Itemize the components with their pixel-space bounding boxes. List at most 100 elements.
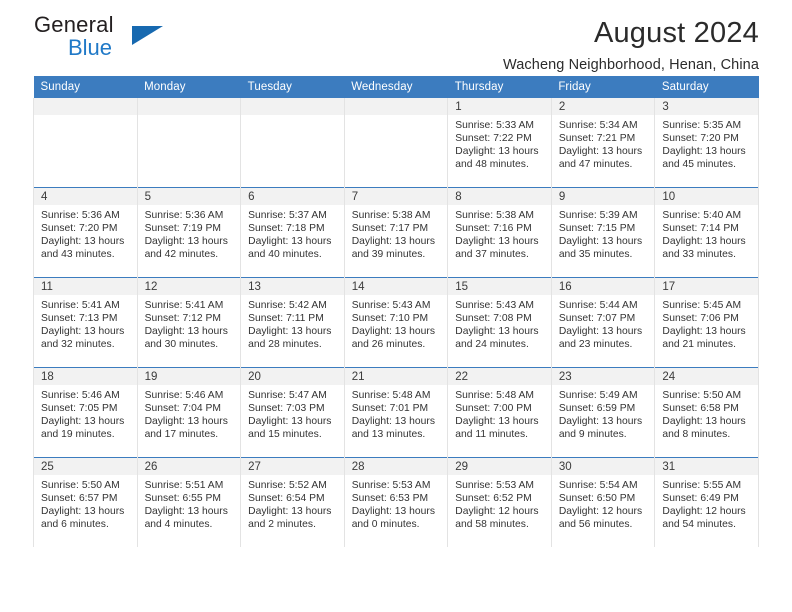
weekday-header-sunday: Sunday: [33, 76, 138, 98]
triangle-icon: [132, 26, 163, 45]
sunrise-text: Sunrise: 5:48 AM: [455, 390, 534, 401]
day-cell-inner: 5 Sunrise: 5:36 AM Sunset: 7:19 PM Daylight…: [137, 188, 241, 277]
calendar-cell-empty: [343, 98, 449, 188]
sunrise-text: Sunrise: 5:55 AM: [662, 480, 742, 491]
day-number: 13: [241, 278, 344, 295]
sunrise-text: Sunrise: 5:41 AM: [144, 300, 224, 311]
day-details: Sunrise: 5:38 AM Sunset: 7:16 PM Daylight:…: [448, 205, 551, 261]
calendar-day-cell[interactable]: 4 Sunrise: 5:36 AM Sunset: 7:20 PM Daylight…: [33, 187, 138, 278]
daylight-text-line1: Daylight: 13 hours: [558, 236, 643, 248]
sunrise-text: Sunrise: 5:44 AM: [558, 300, 638, 311]
day-number: 9: [551, 188, 655, 205]
calendar-day-cell[interactable]: 24 Sunrise: 5:50 AM Sunset: 6:58 PM Dayligh…: [654, 367, 759, 458]
day-cell-inner: 18 Sunrise: 5:46 AM Sunset: 7:05 PM Dayligh…: [34, 368, 137, 457]
daylight-text-line1: Daylight: 13 hours: [248, 506, 332, 518]
calendar-day-cell[interactable]: 29 Sunrise: 5:53 AM Sunset: 6:52 PM Dayligh…: [447, 457, 552, 547]
day-number: 18: [34, 368, 137, 385]
day-details: Sunrise: 5:51 AM Sunset: 6:55 PM Daylight:…: [138, 475, 241, 531]
day-details: Sunrise: 5:47 AM Sunset: 7:03 PM Daylight:…: [241, 385, 344, 441]
calendar-day-cell[interactable]: 22 Sunrise: 5:48 AM Sunset: 7:00 PM Dayligh…: [447, 367, 552, 458]
day-number: 27: [241, 458, 344, 475]
day-cell-inner: 11 Sunrise: 5:41 AM Sunset: 7:13 PM Dayligh…: [34, 278, 137, 367]
calendar-day-cell[interactable]: 2 Sunrise: 5:34 AM Sunset: 7:21 PM Daylight…: [550, 98, 656, 188]
day-details: Sunrise: 5:52 AM Sunset: 6:54 PM Daylight:…: [241, 475, 344, 531]
day-cell-inner: 4 Sunrise: 5:36 AM Sunset: 7:20 PM Daylight…: [34, 188, 137, 277]
sunrise-text: Sunrise: 5:46 AM: [144, 390, 224, 401]
day-number: 17: [655, 278, 758, 295]
calendar-day-cell[interactable]: 19 Sunrise: 5:46 AM Sunset: 7:04 PM Dayligh…: [136, 367, 242, 458]
daylight-text-line2: and 15 minutes.: [248, 429, 322, 441]
daylight-text-line2: and 47 minutes.: [558, 159, 633, 171]
daylight-text-line2: and 17 minutes.: [144, 429, 219, 441]
calendar-day-cell[interactable]: 13 Sunrise: 5:42 AM Sunset: 7:11 PM Dayligh…: [240, 277, 345, 368]
daylight-text-line2: and 28 minutes.: [248, 339, 322, 351]
daylight-text-line1: Daylight: 13 hours: [248, 236, 332, 248]
calendar-day-cell[interactable]: 12 Sunrise: 5:41 AM Sunset: 7:12 PM Dayligh…: [136, 277, 242, 368]
sunset-text: Sunset: 7:04 PM: [144, 403, 221, 415]
calendar-week-row: 25 Sunrise: 5:50 AM Sunset: 6:57 PM Dayligh…: [33, 457, 759, 547]
calendar-day-cell[interactable]: 26 Sunrise: 5:51 AM Sunset: 6:55 PM Dayligh…: [136, 457, 242, 547]
calendar-day-cell[interactable]: 7 Sunrise: 5:38 AM Sunset: 7:17 PM Daylight…: [343, 187, 449, 278]
calendar-day-cell[interactable]: 31 Sunrise: 5:55 AM Sunset: 6:49 PM Dayligh…: [654, 457, 759, 547]
calendar-day-cell[interactable]: 8 Sunrise: 5:38 AM Sunset: 7:16 PM Daylight…: [447, 187, 552, 278]
daylight-text-line1: Daylight: 13 hours: [558, 326, 643, 338]
calendar-day-cell[interactable]: 20 Sunrise: 5:47 AM Sunset: 7:03 PM Dayligh…: [240, 367, 345, 458]
calendar-day-cell[interactable]: 21 Sunrise: 5:48 AM Sunset: 7:01 PM Dayligh…: [343, 367, 449, 458]
calendar-day-cell[interactable]: 10 Sunrise: 5:40 AM Sunset: 7:14 PM Dayligh…: [654, 187, 759, 278]
calendar-page: General Blue August 2024 Wacheng Neighbo…: [0, 0, 792, 612]
daylight-text-line1: Daylight: 13 hours: [351, 416, 436, 428]
calendar-day-cell[interactable]: 1 Sunrise: 5:33 AM Sunset: 7:22 PM Daylight…: [447, 98, 552, 188]
sunrise-text: Sunrise: 5:42 AM: [248, 300, 327, 311]
sunrise-text: Sunrise: 5:52 AM: [248, 480, 327, 491]
daylight-text-line2: and 13 minutes.: [351, 429, 426, 441]
daylight-text-line2: and 8 minutes.: [662, 429, 731, 441]
daylight-text-line1: Daylight: 13 hours: [662, 416, 746, 428]
calendar-day-cell[interactable]: 11 Sunrise: 5:41 AM Sunset: 7:13 PM Dayligh…: [33, 277, 138, 368]
daylight-text-line2: and 0 minutes.: [351, 519, 420, 531]
day-details: Sunrise: 5:55 AM Sunset: 6:49 PM Daylight:…: [655, 475, 758, 531]
calendar-day-cell[interactable]: 17 Sunrise: 5:45 AM Sunset: 7:06 PM Dayligh…: [654, 277, 759, 368]
calendar-day-cell[interactable]: 15 Sunrise: 5:43 AM Sunset: 7:08 PM Dayligh…: [447, 277, 552, 368]
daylight-text-line2: and 21 minutes.: [662, 339, 736, 351]
sunset-text: Sunset: 6:50 PM: [558, 493, 636, 505]
sunrise-text: Sunrise: 5:38 AM: [455, 210, 534, 221]
calendar-day-cell[interactable]: 6 Sunrise: 5:37 AM Sunset: 7:18 PM Daylight…: [240, 187, 345, 278]
daylight-text-line2: and 56 minutes.: [558, 519, 633, 531]
sunset-text: Sunset: 7:14 PM: [662, 223, 739, 235]
daylight-text-line1: Daylight: 13 hours: [351, 506, 436, 518]
brand-logo[interactable]: General Blue: [34, 14, 264, 72]
day-details: Sunrise: 5:50 AM Sunset: 6:57 PM Daylight:…: [34, 475, 137, 531]
day-number: 26: [137, 458, 241, 475]
day-details: Sunrise: 5:36 AM Sunset: 7:20 PM Daylight:…: [34, 205, 137, 261]
daylight-text-line1: Daylight: 13 hours: [41, 326, 125, 338]
calendar-day-cell[interactable]: 18 Sunrise: 5:46 AM Sunset: 7:05 PM Dayligh…: [33, 367, 138, 458]
day-details: Sunrise: 5:41 AM Sunset: 7:12 PM Daylight:…: [138, 295, 241, 351]
calendar-day-cell[interactable]: 3 Sunrise: 5:35 AM Sunset: 7:20 PM Daylight…: [654, 98, 759, 188]
daylight-text-line2: and 40 minutes.: [248, 249, 322, 261]
sunset-text: Sunset: 7:18 PM: [248, 223, 325, 235]
day-number: 11: [34, 278, 137, 295]
sunset-text: Sunset: 6:52 PM: [455, 493, 532, 505]
calendar-week-row: 18 Sunrise: 5:46 AM Sunset: 7:05 PM Dayligh…: [33, 367, 759, 458]
daylight-text-line1: Daylight: 13 hours: [351, 236, 436, 248]
sunrise-text: Sunrise: 5:50 AM: [662, 390, 742, 401]
day-details: Sunrise: 5:43 AM Sunset: 7:10 PM Daylight:…: [345, 295, 448, 351]
daylight-text-line2: and 54 minutes.: [662, 519, 736, 531]
calendar-day-cell[interactable]: 9 Sunrise: 5:39 AM Sunset: 7:15 PM Daylight…: [550, 187, 656, 278]
day-cell-inner: 25 Sunrise: 5:50 AM Sunset: 6:57 PM Dayligh…: [34, 458, 137, 547]
calendar-day-cell[interactable]: 30 Sunrise: 5:54 AM Sunset: 6:50 PM Dayligh…: [550, 457, 656, 547]
day-details: Sunrise: 5:35 AM Sunset: 7:20 PM Daylight:…: [655, 115, 758, 171]
calendar-day-cell[interactable]: 5 Sunrise: 5:36 AM Sunset: 7:19 PM Daylight…: [136, 187, 242, 278]
day-cell-inner: 7 Sunrise: 5:38 AM Sunset: 7:17 PM Daylight…: [344, 188, 448, 277]
calendar-day-cell[interactable]: 28 Sunrise: 5:53 AM Sunset: 6:53 PM Dayligh…: [343, 457, 449, 547]
sunrise-text: Sunrise: 5:47 AM: [248, 390, 327, 401]
day-cell-inner: 20 Sunrise: 5:47 AM Sunset: 7:03 PM Dayligh…: [241, 368, 344, 457]
calendar-day-cell[interactable]: 14 Sunrise: 5:43 AM Sunset: 7:10 PM Dayligh…: [343, 277, 449, 368]
calendar-day-cell[interactable]: 27 Sunrise: 5:52 AM Sunset: 6:54 PM Dayligh…: [240, 457, 345, 547]
calendar-day-cell[interactable]: 16 Sunrise: 5:44 AM Sunset: 7:07 PM Dayligh…: [550, 277, 656, 368]
daylight-text-line1: Daylight: 12 hours: [662, 506, 746, 518]
daylight-text-line2: and 35 minutes.: [558, 249, 633, 261]
day-cell-inner: [344, 98, 448, 187]
calendar-day-cell[interactable]: 25 Sunrise: 5:50 AM Sunset: 6:57 PM Dayligh…: [33, 457, 138, 547]
calendar-day-cell[interactable]: 23 Sunrise: 5:49 AM Sunset: 6:59 PM Dayligh…: [550, 367, 656, 458]
